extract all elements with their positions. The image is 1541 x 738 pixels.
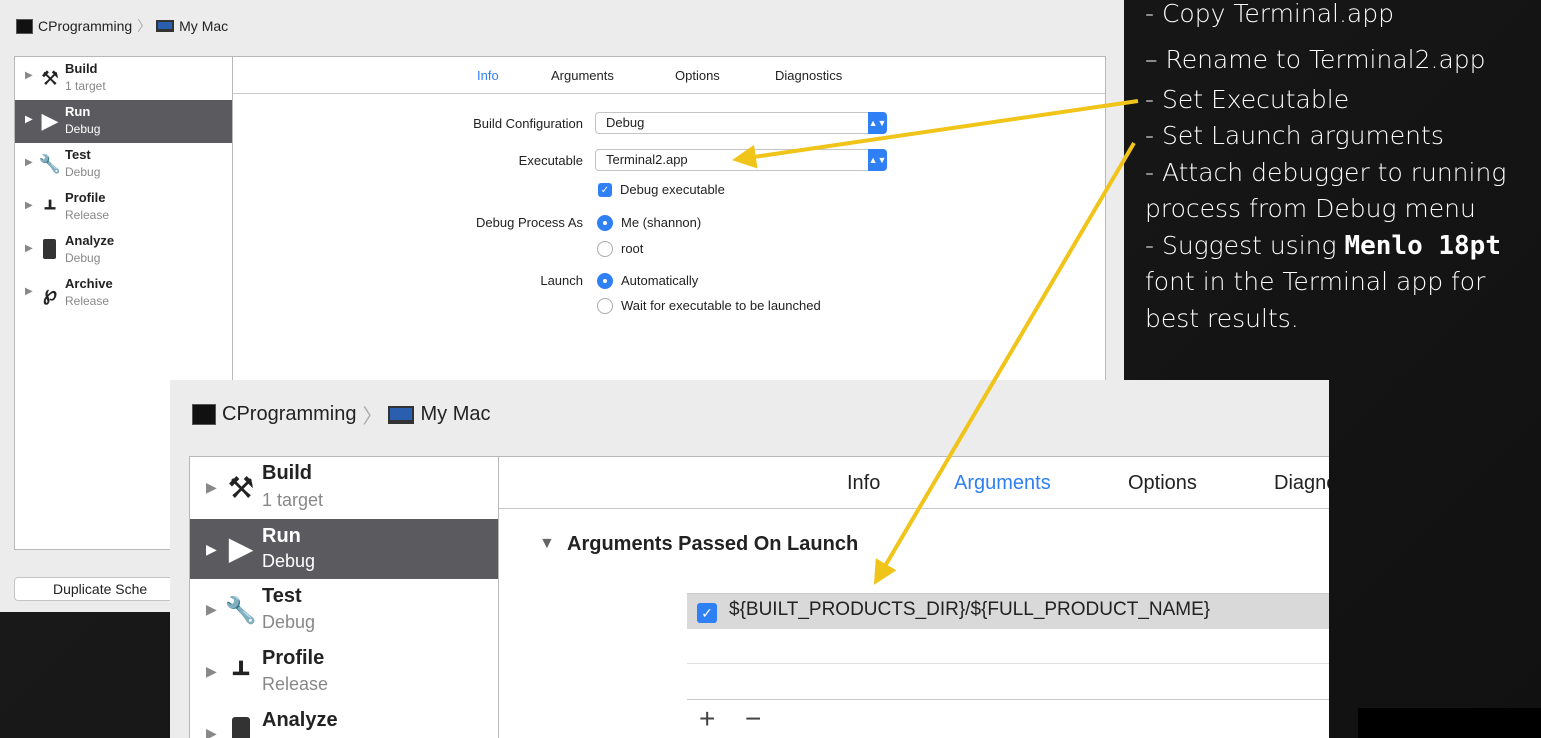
annotation-arrows [732,99,1139,585]
arrow-to-arguments [873,141,1136,585]
arrow-to-executable [732,99,1139,169]
